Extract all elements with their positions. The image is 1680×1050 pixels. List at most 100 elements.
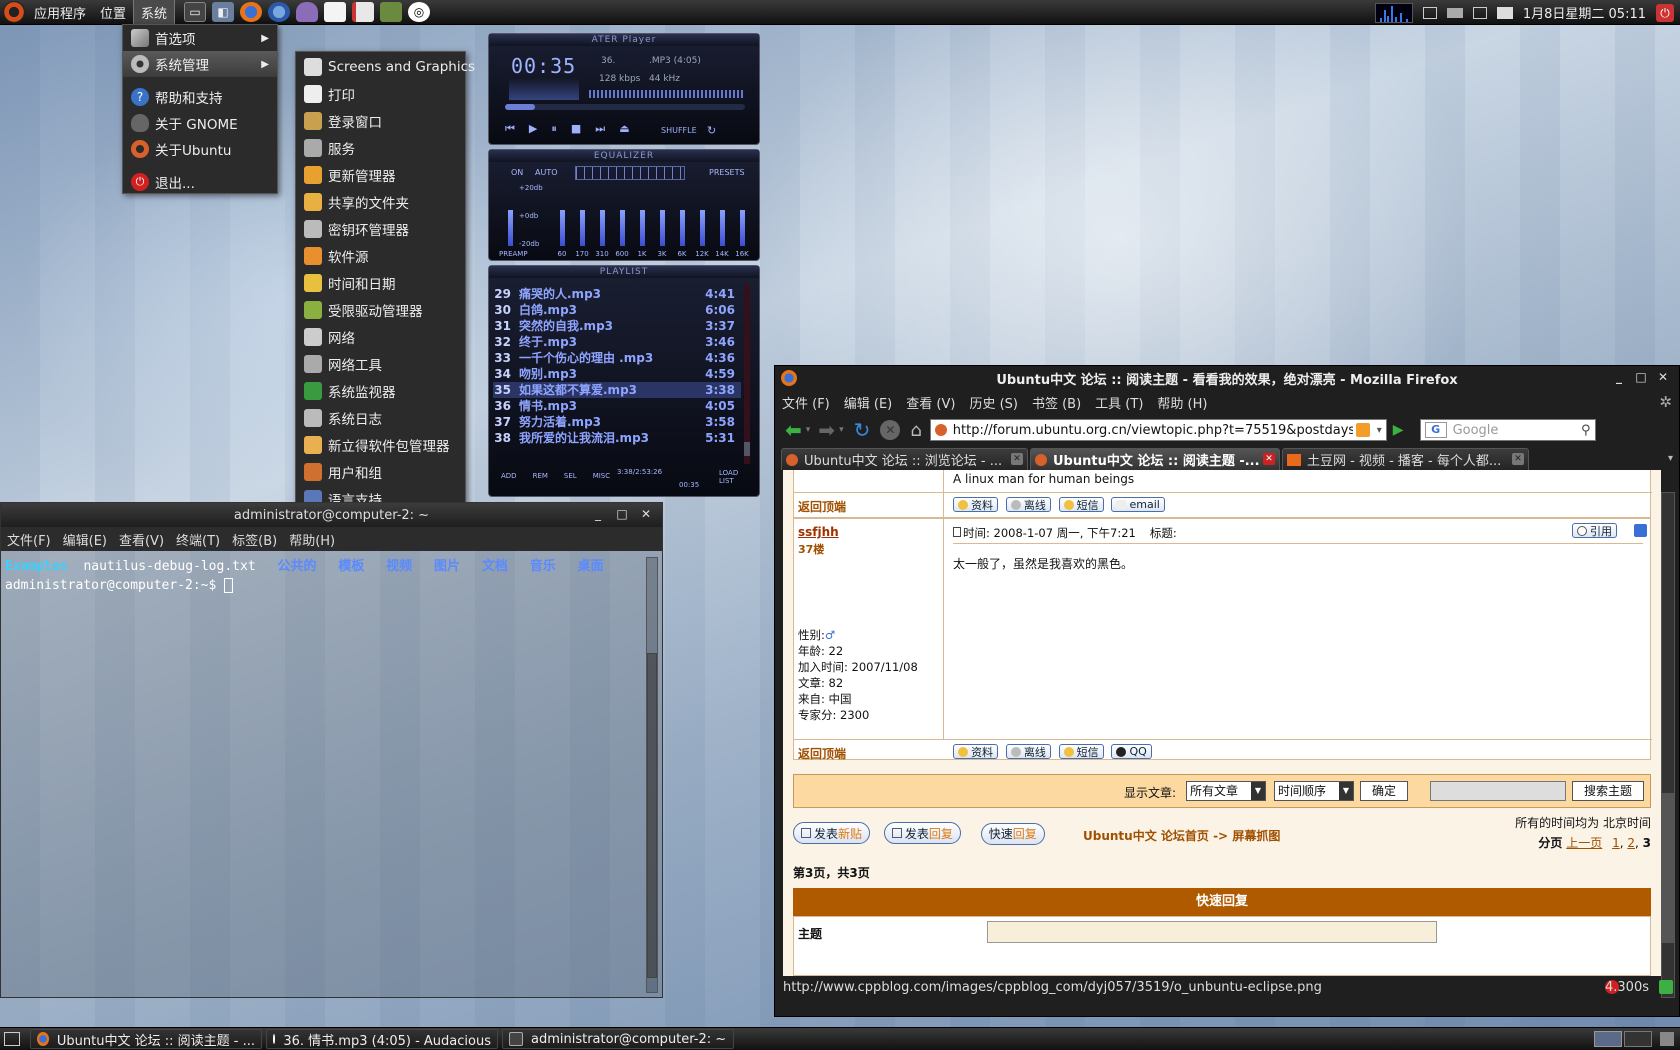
pl-misc-button[interactable]: MISC xyxy=(593,472,610,480)
url-bar[interactable]: http://forum.ubuntu.org.cn/viewtopic.php… xyxy=(929,419,1387,441)
terminal-menu-help[interactable]: 帮助(H) xyxy=(283,530,341,549)
close-icon[interactable]: ✕ xyxy=(1655,370,1671,384)
playlist-item[interactable]: 37 努力活着.mp3 3:58 xyxy=(493,414,741,430)
reply-button[interactable]: 发表 回复 xyxy=(883,822,961,844)
search-topic-button[interactable]: 搜索主题 xyxy=(1572,781,1644,801)
maximize-icon[interactable]: □ xyxy=(1633,370,1649,384)
playlist-load-button[interactable]: LOAD LIST xyxy=(719,469,741,485)
show-desktop-icon[interactable] xyxy=(4,1032,20,1046)
menu-item-admin[interactable]: 系统监视器 xyxy=(296,377,465,404)
reload-icon[interactable]: ↻ xyxy=(854,418,871,442)
books-icon[interactable] xyxy=(380,2,403,22)
playlist-item[interactable]: 29 痛哭的人.mp3 4:41 xyxy=(493,286,741,302)
offline-button[interactable]: 离线 xyxy=(1005,497,1051,512)
eq-band[interactable]: PREAMP xyxy=(499,180,528,260)
terminal-menu-tabs[interactable]: 标签(B) xyxy=(226,530,283,549)
back-to-top-link[interactable]: 返回顶端 xyxy=(798,498,846,515)
playlist-item[interactable]: 36 情书.mp3 4:05 xyxy=(493,398,741,414)
workspace-2[interactable] xyxy=(1624,1031,1652,1047)
menu-item-administration[interactable]: 系统管理 ▶ xyxy=(123,51,277,77)
stop-icon[interactable]: ✕ xyxy=(880,420,901,440)
playlist-item[interactable]: 33 一千个伤心的理由 .mp3 4:36 xyxy=(493,350,741,366)
go-icon[interactable]: ▶ xyxy=(1393,422,1404,438)
search-bar[interactable]: G Google ⚲ xyxy=(1419,419,1596,441)
sort-order-select[interactable]: 时间顺序 ▼ xyxy=(1274,781,1354,801)
page-link[interactable]: 2 xyxy=(1627,836,1635,850)
prev-page-link[interactable]: 上一页 xyxy=(1566,836,1602,850)
eq-band[interactable]: 16K xyxy=(735,180,749,260)
quick-reply-button[interactable]: 快速 回复 xyxy=(980,822,1045,845)
menu-item-admin[interactable]: 密钥环管理器 xyxy=(296,215,465,242)
pm-button[interactable]: 短信 xyxy=(1058,497,1104,512)
playlist-item[interactable]: 30 白鸽.mp3 6:06 xyxy=(493,302,741,318)
places-menu[interactable]: 位置 xyxy=(93,0,133,25)
back-icon[interactable]: ⬅ xyxy=(785,418,802,442)
menu-item-admin[interactable]: 软件源 xyxy=(296,242,465,269)
terminal-menu-edit[interactable]: 编辑(E) xyxy=(57,530,113,549)
eq-presets-button[interactable]: PRESETS xyxy=(709,168,745,177)
pl-sel-button[interactable]: SEL xyxy=(564,472,577,480)
playlist-scrollbar[interactable] xyxy=(744,284,750,464)
tab-list-icon[interactable]: ▾ xyxy=(1668,453,1673,464)
workspace-1[interactable] xyxy=(1594,1031,1622,1047)
playlist-item[interactable]: 32 终于.mp3 3:46 xyxy=(493,334,741,350)
clock[interactable]: 1月8日星期二 05:11 xyxy=(1523,3,1646,22)
next-icon[interactable]: ⏭ xyxy=(595,122,605,136)
eq-band[interactable]: 60 xyxy=(555,180,569,260)
eq-band[interactable]: 600 xyxy=(615,180,629,260)
profile-button[interactable]: 资料 xyxy=(953,497,998,512)
search-topic-input[interactable] xyxy=(1430,781,1566,801)
menu-item-admin[interactable]: 系统日志 xyxy=(296,404,465,431)
menu-item-admin[interactable]: 网络 xyxy=(296,323,465,350)
menu-item-admin[interactable]: Screens and Graphics xyxy=(296,53,475,80)
menu-item-about-gnome[interactable]: 关于 GNOME xyxy=(123,110,277,136)
taskbar-item-firefox[interactable]: Ubuntu中文 论坛 :: 阅读主题 - ... xyxy=(30,1029,262,1049)
eq-on-button[interactable]: ON xyxy=(511,168,523,177)
document-icon[interactable] xyxy=(352,2,375,22)
google-icon[interactable]: G xyxy=(1424,422,1447,438)
tab-read-topic[interactable]: Ubuntu中文 论坛 :: 阅读主题 -... ✕ xyxy=(1030,448,1280,470)
stop-icon[interactable]: ■ xyxy=(571,122,581,136)
menu-file[interactable]: 文件 (F) xyxy=(775,393,837,412)
playlist-item[interactable]: 31 突然的自我.mp3 3:37 xyxy=(493,318,741,334)
menu-item-preferences[interactable]: 首选项 ▶ xyxy=(123,25,277,51)
power-icon[interactable]: ⏻ xyxy=(1656,3,1674,22)
edit-icon[interactable] xyxy=(1634,524,1647,537)
minimize-icon[interactable]: _ xyxy=(1611,370,1627,384)
show-posts-select[interactable]: 所有文章 ▼ xyxy=(1186,781,1266,801)
play-icon[interactable]: ▶ xyxy=(529,122,537,136)
trash-icon[interactable] xyxy=(1660,1032,1674,1046)
forward-history-icon[interactable]: ▾ xyxy=(839,425,844,435)
page-scrollbar[interactable] xyxy=(1661,492,1675,998)
audacious-icon[interactable]: ◎ xyxy=(408,2,431,22)
offline-button[interactable]: 离线 xyxy=(1005,744,1051,759)
window-list-icon[interactable] xyxy=(1472,6,1487,19)
new-topic-button[interactable]: 发表 新贴 xyxy=(793,822,871,844)
playlist-item[interactable]: 35 如果这都不算爱.mp3 3:38 xyxy=(493,382,741,398)
terminal-menu-file[interactable]: 文件(F) xyxy=(1,530,57,549)
eq-band[interactable]: 14K xyxy=(715,180,729,260)
network-icon[interactable]: ◧ xyxy=(212,2,235,22)
eq-band[interactable]: 12K xyxy=(695,180,709,260)
system-menu[interactable]: 系统 xyxy=(133,0,176,26)
url-dropdown-icon[interactable]: ▾ xyxy=(1377,425,1382,436)
menu-item-admin[interactable]: 网络工具 xyxy=(296,350,465,377)
back-to-top-link[interactable]: 返回顶端 xyxy=(798,745,846,762)
minimize-icon[interactable]: _ xyxy=(590,507,606,521)
shuffle-button[interactable]: SHUFFLE xyxy=(661,126,697,135)
workspace-switcher[interactable] xyxy=(1594,1031,1652,1047)
menu-item-help[interactable]: ? 帮助和支持 xyxy=(123,84,277,110)
terminal-menu-terminal[interactable]: 终端(T) xyxy=(170,530,226,549)
tab-tudou[interactable]: 土豆网 - 视频 - 播客 - 每个人都... ✕ xyxy=(1282,448,1529,470)
profile-button[interactable]: 资料 xyxy=(953,744,998,759)
terminal-icon[interactable]: ▭ xyxy=(184,2,207,22)
menu-bookmarks[interactable]: 书签 (B) xyxy=(1025,393,1088,412)
menu-item-admin[interactable]: 登录窗口 xyxy=(296,107,465,134)
eq-band[interactable]: 310 xyxy=(595,180,609,260)
eq-auto-button[interactable]: AUTO xyxy=(535,168,558,177)
eq-band[interactable]: 3K xyxy=(655,180,669,260)
pl-rem-button[interactable]: REM xyxy=(533,472,548,480)
keyboard-icon[interactable] xyxy=(1496,6,1513,19)
tab-close-icon[interactable]: ✕ xyxy=(1512,453,1524,465)
menu-item-admin[interactable]: 用户和组 xyxy=(296,458,465,485)
